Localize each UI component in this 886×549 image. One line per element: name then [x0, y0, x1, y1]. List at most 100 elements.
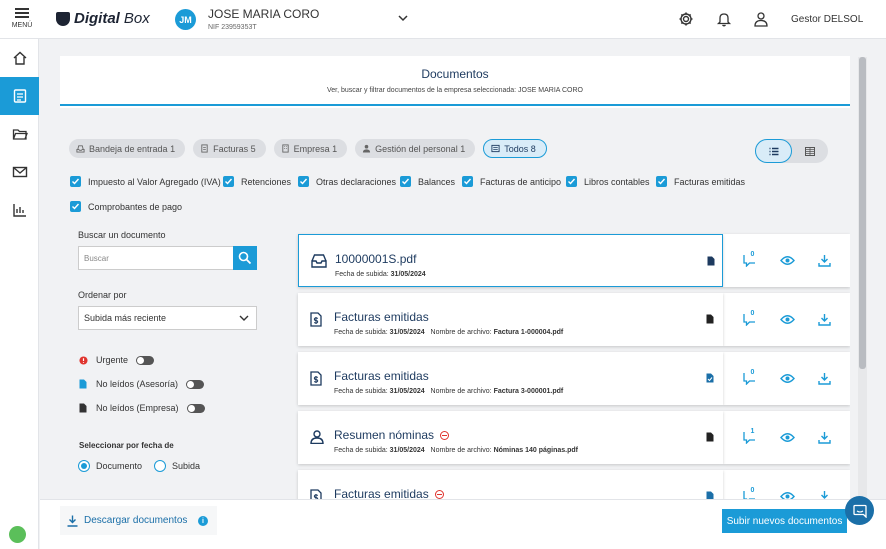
list-view-button[interactable] [755, 139, 792, 163]
chip-invoices[interactable]: Facturas 5 [193, 139, 266, 158]
logo-mark-icon [56, 11, 70, 26]
scrollbar-thumb[interactable] [859, 57, 866, 369]
menu-button[interactable]: MENÚ [10, 6, 34, 29]
checkbox-iva[interactable]: Impuesto al Valor Agregado (IVA) [70, 176, 221, 187]
sort-select[interactable]: Subida más reciente [78, 306, 257, 330]
eye-icon[interactable] [779, 373, 795, 384]
download-icon[interactable] [817, 490, 831, 499]
documents-icon [13, 89, 26, 103]
checkbox-balances[interactable]: Balances [400, 176, 455, 187]
check-icon [400, 176, 411, 187]
user-name[interactable]: Gestor DELSOL [791, 14, 863, 25]
document-card-main[interactable]: 10000001S.pdf Fecha de subida: 31/05/202… [298, 234, 723, 287]
search-button[interactable] [233, 246, 257, 270]
document-card-main[interactable]: Facturas emitidas [298, 470, 723, 499]
document-card[interactable]: Facturas emitidas Fecha de subida: 31/05… [298, 352, 850, 405]
checkbox-otras-declaraciones[interactable]: Otras declaraciones [298, 176, 396, 187]
document-title: 10000001S.pdf [335, 252, 416, 266]
checkbox-label: Facturas emitidas [674, 176, 746, 187]
comment-button[interactable]: 0 [742, 487, 757, 499]
comment-button[interactable]: 0 [742, 310, 757, 327]
checkbox-comprobantes-pago[interactable]: Comprobantes de pago [70, 201, 182, 212]
unread-company-filter: No leídos (Empresa) [78, 403, 205, 413]
status-indicator-icon[interactable] [9, 526, 26, 543]
sort-value: Subida más reciente [84, 313, 167, 323]
app-logo[interactable]: Digital Box [56, 10, 150, 27]
vertical-scrollbar[interactable] [858, 57, 867, 499]
panel-content: Bandeja de entrada 1 Facturas 5 Empresa … [60, 108, 850, 499]
check-icon [462, 176, 473, 187]
sidebar-item-folders[interactable] [0, 115, 39, 153]
document-file-name: Nóminas 140 páginas.pdf [493, 447, 579, 454]
comment-button[interactable]: 0 [742, 251, 757, 268]
grid-view-button[interactable] [792, 139, 828, 163]
hamburger-icon [10, 8, 34, 18]
unread-advisory-toggle[interactable] [186, 379, 205, 389]
checkbox-label: Facturas de anticipo [480, 176, 562, 187]
checkbox-label: Libros contables [584, 176, 650, 187]
document-card-main[interactable]: Resumen nóminas Fecha de subida: 31/05/2… [298, 411, 723, 464]
sidebar [0, 39, 39, 549]
chip-company[interactable]: Empresa 1 [273, 139, 348, 158]
checkbox-facturas-emitidas[interactable]: Facturas emitidas [656, 176, 745, 187]
eye-icon[interactable] [779, 314, 795, 325]
documents-panel: Documentos Ver, buscar y filtrar documen… [60, 56, 850, 499]
comment-button[interactable]: 0 [742, 369, 757, 386]
date-select-options: Documento Subida [78, 460, 200, 472]
search-input[interactable]: Buscar [78, 246, 234, 270]
document-card-main[interactable]: Facturas emitidas Fecha de subida: 31/05… [298, 293, 723, 346]
sidebar-item-documents[interactable] [0, 77, 39, 115]
chip-all[interactable]: Todos 8 [483, 139, 547, 158]
chip-label: Facturas 5 [213, 143, 256, 154]
sidebar-item-mail[interactable] [0, 153, 39, 191]
chip-inbox[interactable]: Bandeja de entrada 1 [69, 139, 186, 158]
unread-advisory-label: No leídos (Asesoría) [96, 379, 179, 389]
comment-count: 0 [750, 310, 755, 317]
document-title-text: 10000001S.pdf [335, 252, 417, 266]
document-card[interactable]: Facturas emitidas Fecha de subida: 31/05… [298, 293, 850, 346]
comment-button[interactable]: 1 [742, 428, 757, 445]
unread-company-toggle[interactable] [186, 403, 205, 413]
check-icon [566, 176, 577, 187]
bell-icon[interactable] [716, 11, 732, 27]
home-icon [13, 51, 26, 65]
date-select-label: Seleccionar por fecha de [79, 441, 174, 450]
sidebar-item-home[interactable] [0, 39, 39, 77]
download-icon[interactable] [817, 254, 831, 267]
top-bar: MENÚ Digital Box JM JOSE MARIA CORO NIF … [0, 0, 886, 39]
eye-icon[interactable] [779, 432, 795, 443]
gear-icon[interactable] [678, 11, 694, 27]
sidebar-item-reports[interactable] [0, 191, 39, 229]
radio-upload[interactable] [154, 460, 167, 472]
download-icon[interactable] [817, 372, 831, 385]
inbox-icon [311, 254, 327, 268]
radio-upload-label: Subida [172, 461, 201, 471]
checkbox-facturas-anticipo[interactable]: Facturas de anticipo [462, 176, 561, 187]
urgent-toggle[interactable] [136, 355, 155, 365]
checkbox-libros-contables[interactable]: Libros contables [566, 176, 650, 187]
view-toggle [755, 139, 828, 163]
company-selector[interactable]: JOSE MARIA CORO NIF 23959353T [208, 7, 319, 31]
eye-icon[interactable] [779, 255, 795, 266]
download-icon[interactable] [817, 313, 831, 326]
document-file-name: Factura 1-000004.pdf [493, 329, 564, 336]
download-documents-button[interactable]: Descargar documentos [60, 506, 217, 535]
chevron-down-icon[interactable] [398, 14, 408, 22]
document-card[interactable]: Facturas emitidas 0 [298, 470, 850, 499]
upload-documents-button[interactable]: Subir nuevos documentos [722, 509, 847, 533]
checkbox-retenciones[interactable]: Retenciones [223, 176, 291, 187]
urgent-filter: Urgente [78, 355, 155, 365]
document-card[interactable]: 10000001S.pdf Fecha de subida: 31/05/202… [298, 234, 850, 287]
check-icon [223, 176, 234, 187]
info-icon[interactable]: i [198, 516, 208, 526]
chip-personnel[interactable]: Gestión del personal 1 [355, 139, 476, 158]
document-card[interactable]: Resumen nóminas Fecha de subida: 31/05/2… [298, 411, 850, 464]
radio-document[interactable] [78, 460, 90, 472]
urgent-minus-icon [440, 430, 450, 440]
chat-button[interactable] [845, 496, 874, 525]
document-card-main[interactable]: Facturas emitidas Fecha de subida: 31/05… [298, 352, 723, 405]
download-icon[interactable] [817, 431, 831, 444]
user-icon[interactable] [753, 11, 769, 27]
invoice-icon [201, 144, 208, 153]
eye-icon[interactable] [779, 491, 795, 499]
